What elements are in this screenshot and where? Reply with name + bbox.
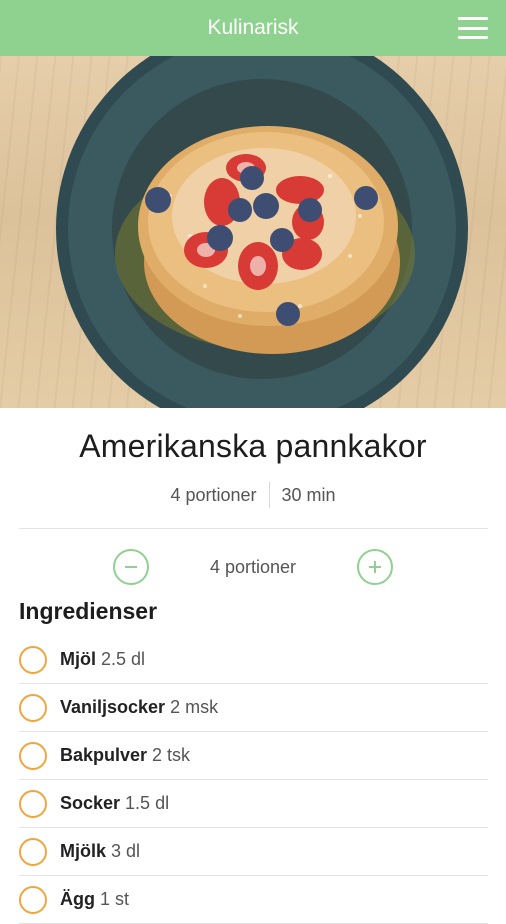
checkbox-circle-icon[interactable] bbox=[19, 693, 47, 722]
ingredient-amount: 1.5 dl bbox=[125, 793, 170, 813]
time-label: 30 min bbox=[281, 484, 336, 505]
servings-label: 4 portioner bbox=[170, 484, 257, 505]
app-bar: Kulinarisk bbox=[0, 0, 506, 56]
servings-value: 4 portioner bbox=[209, 556, 297, 577]
ingredients-list: Mjöl 2.5 dl Vaniljsocker 2 msk Bakpulver… bbox=[19, 636, 488, 924]
hamburger-menu-icon[interactable] bbox=[458, 17, 488, 39]
meta-divider bbox=[268, 482, 270, 508]
checkbox-circle-icon[interactable] bbox=[19, 645, 47, 674]
ingredient-amount: 2 tsk bbox=[152, 745, 191, 765]
ingredient-name: Socker bbox=[60, 793, 121, 813]
ingredient-name: Bakpulver bbox=[60, 745, 148, 765]
ingredient-name: Mjöl bbox=[60, 649, 96, 669]
plus-icon[interactable] bbox=[357, 549, 393, 585]
ingredient-amount: 2.5 dl bbox=[101, 649, 146, 669]
ingredient-item[interactable]: Ägg 1 st bbox=[19, 876, 488, 924]
ingredient-amount: 2 msk bbox=[170, 697, 219, 717]
ingredient-item[interactable]: Bakpulver 2 tsk bbox=[19, 732, 488, 780]
section-divider bbox=[19, 528, 488, 529]
minus-icon[interactable] bbox=[113, 549, 149, 585]
recipe-title: Amerikanska pannkakor bbox=[79, 428, 427, 464]
ingredients-heading: Ingredienser bbox=[19, 598, 158, 624]
ingredient-item[interactable]: Vaniljsocker 2 msk bbox=[19, 684, 488, 732]
ingredient-name: Mjölk bbox=[60, 841, 107, 861]
recipe-meta: 4 portioner 30 min bbox=[0, 482, 506, 508]
recipe-photo bbox=[0, 56, 506, 408]
ingredient-amount: 3 dl bbox=[111, 841, 141, 861]
checkbox-circle-icon[interactable] bbox=[19, 837, 47, 866]
servings-stepper: 4 portioner bbox=[0, 546, 506, 588]
app-title: Kulinarisk bbox=[207, 16, 299, 39]
ingredient-name: Vaniljsocker bbox=[60, 697, 166, 717]
ingredient-item[interactable]: Mjöl 2.5 dl bbox=[19, 636, 488, 684]
ingredient-item[interactable]: Socker 1.5 dl bbox=[19, 780, 488, 828]
checkbox-circle-icon[interactable] bbox=[19, 741, 47, 770]
checkbox-circle-icon[interactable] bbox=[19, 789, 47, 818]
ingredient-item[interactable]: Mjölk 3 dl bbox=[19, 828, 488, 876]
